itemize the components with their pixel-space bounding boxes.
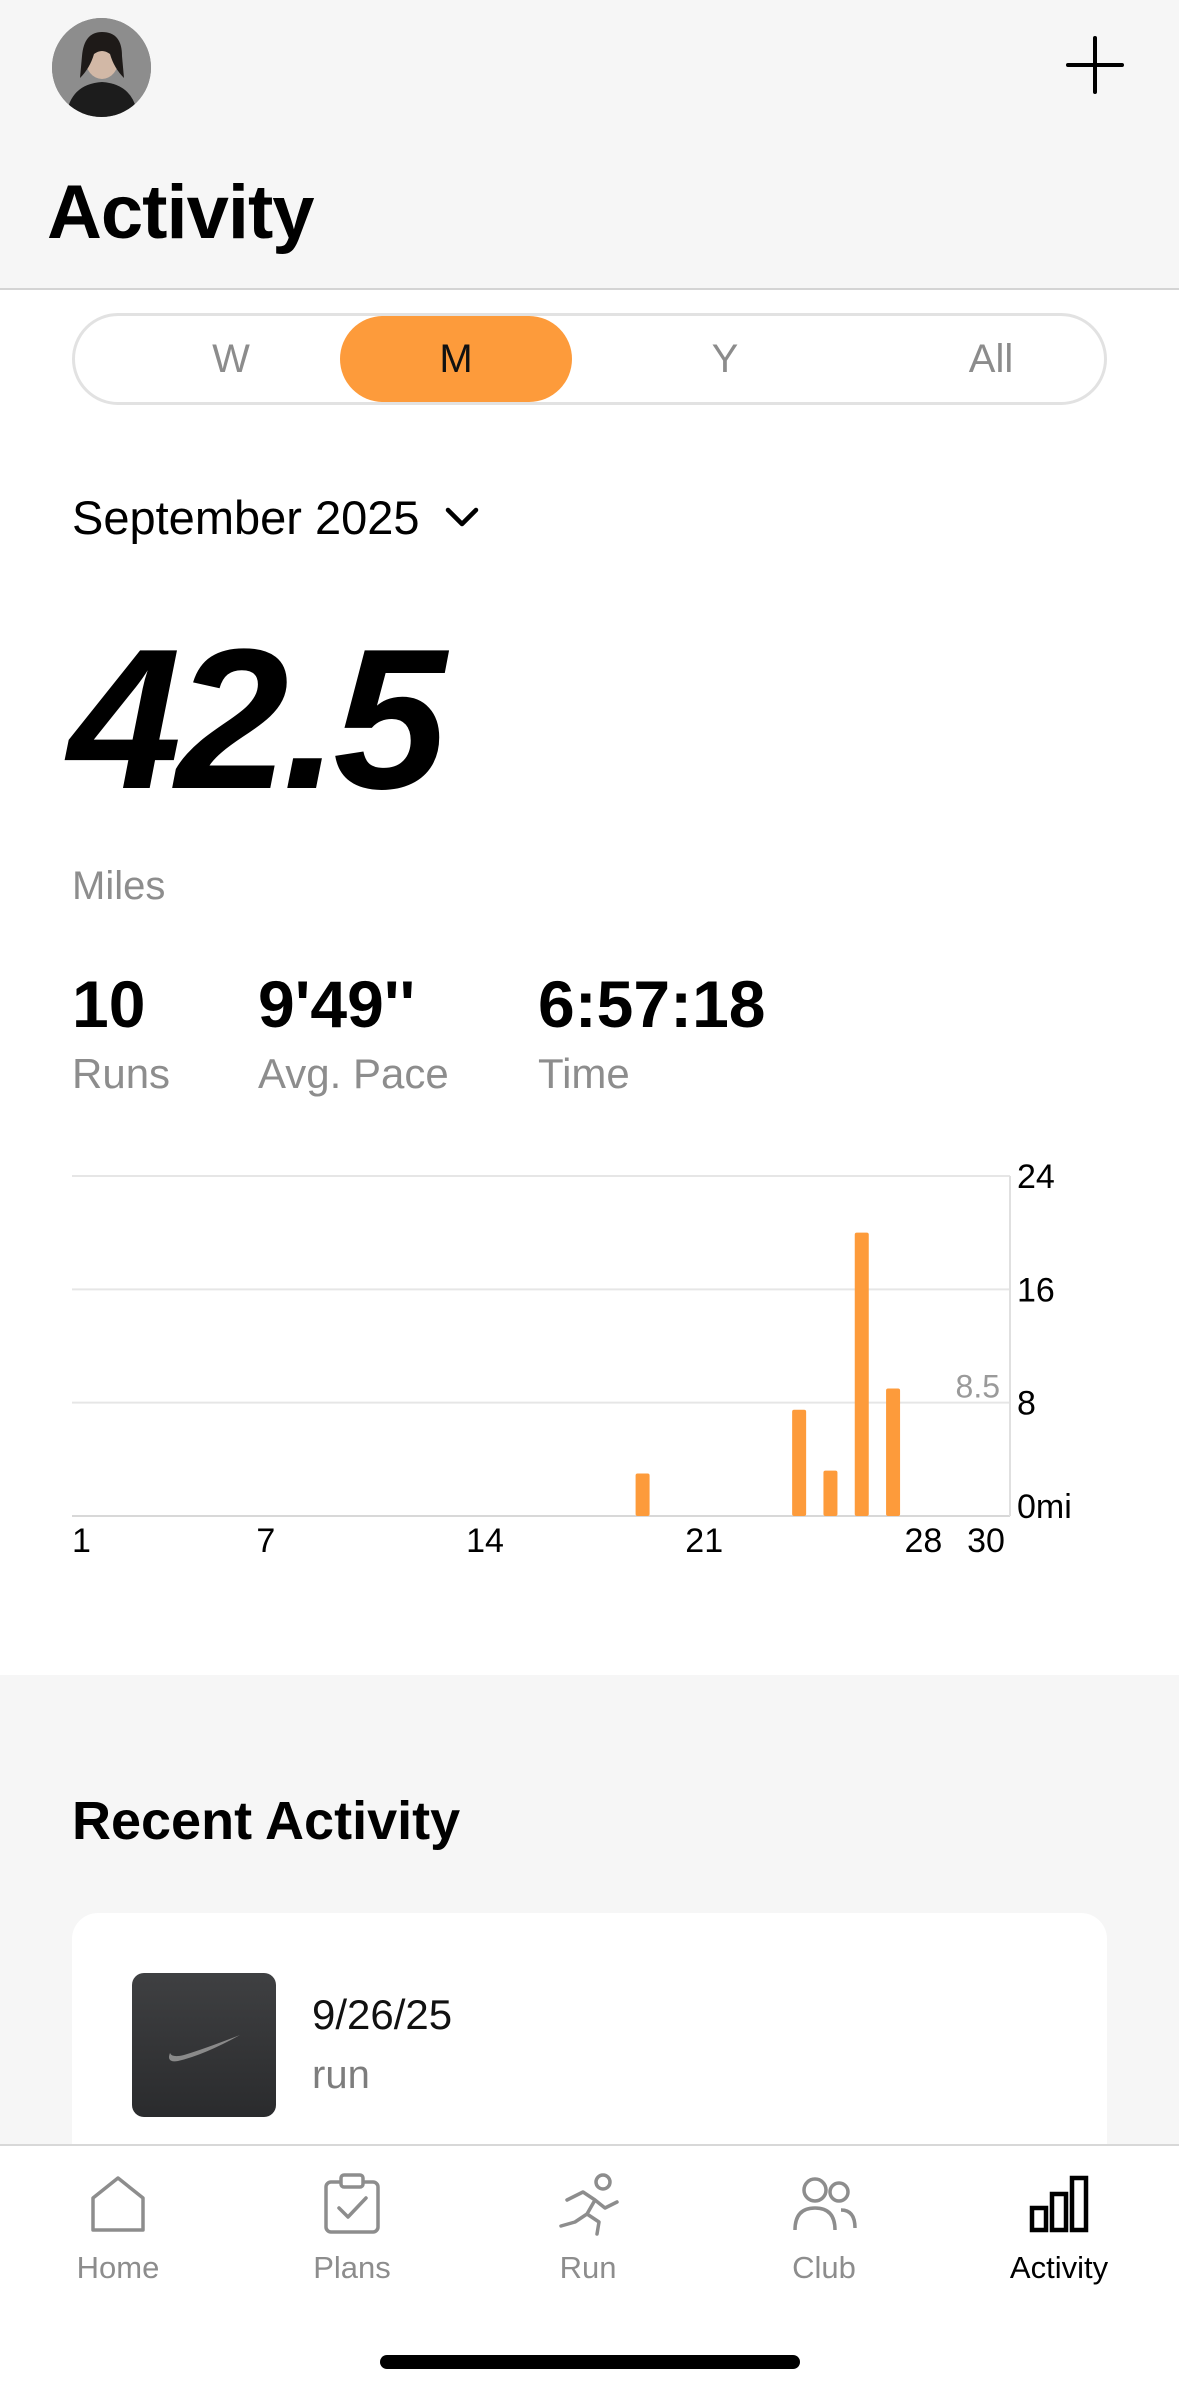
tab-activity[interactable]: Activity — [969, 2170, 1149, 2286]
chart-x-tick-label: 7 — [256, 1522, 275, 1560]
runs-value: 10 — [72, 967, 146, 1041]
home-icon — [91, 2176, 145, 2232]
month-selector[interactable]: September 2025 — [72, 487, 482, 547]
chart-x-tick-label: 14 — [466, 1522, 504, 1560]
avatar-image — [52, 18, 151, 117]
activity-date: 9/26/25 — [312, 1991, 453, 2038]
clipboard-check-icon — [324, 2173, 380, 2234]
chart-x-tick-label: 30 — [967, 1522, 1005, 1560]
chart-bar — [792, 1409, 807, 1516]
add-button[interactable] — [1060, 30, 1130, 100]
chart-y-tick-label: 16 — [1017, 1271, 1055, 1309]
tab-run-label: Run — [559, 2250, 617, 2285]
chart-bar — [854, 1232, 869, 1516]
activity-thumbnail — [132, 1973, 276, 2117]
bar-chart-icon — [1029, 2175, 1089, 2233]
segment-week[interactable]: W — [115, 316, 347, 402]
chart-y-tick-label: 0mi — [1017, 1488, 1072, 1526]
tab-club[interactable]: Club — [734, 2170, 914, 2286]
chart-bar — [635, 1473, 650, 1516]
chevron-down-icon — [445, 507, 478, 527]
pace-value: 9'49'' — [258, 967, 416, 1041]
runner-icon — [559, 2173, 619, 2236]
pace-label: Avg. Pace — [258, 1050, 449, 1097]
tab-home[interactable]: Home — [28, 2170, 208, 2286]
chart-x-tick-label: 1 — [72, 1522, 91, 1560]
tab-activity-label: Activity — [1009, 2250, 1109, 2285]
stat-runs: 10 Runs — [72, 968, 170, 1098]
month-label: September 2025 — [72, 490, 420, 544]
tab-home-label: Home — [76, 2250, 160, 2285]
time-label: Time — [538, 1050, 630, 1097]
tab-plans-label: Plans — [313, 2250, 391, 2285]
segment-month[interactable]: M — [340, 316, 572, 402]
tab-plans[interactable]: Plans — [262, 2170, 442, 2286]
chart-y-tick-label: 8 — [1017, 1385, 1036, 1423]
segment-year[interactable]: Y — [609, 316, 841, 402]
runs-label: Runs — [72, 1050, 171, 1097]
chart-x-tick-label: 21 — [685, 1522, 723, 1560]
activity-type: run — [312, 2053, 370, 2097]
distance-unit: Miles — [72, 864, 166, 908]
avatar[interactable] — [52, 18, 151, 117]
page-title: Activity — [47, 170, 315, 255]
header: Activity — [0, 0, 1179, 290]
chart-average-label: 8.5 — [956, 1369, 1000, 1405]
tab-club-label: Club — [792, 2250, 856, 2285]
people-icon — [793, 2177, 857, 2231]
stat-time: 6:57:18 Time — [538, 968, 766, 1098]
recent-activity-title: Recent Activity — [72, 1791, 461, 1851]
tab-run[interactable]: Run — [498, 2170, 678, 2286]
segment-all[interactable]: All — [875, 316, 1107, 402]
period-segmented-control: W M Y All — [72, 313, 1107, 405]
home-indicator — [380, 2355, 800, 2369]
activity-card[interactable]: 9/26/25 run — [72, 1913, 1107, 2173]
chart-x-tick-label: 28 — [904, 1522, 942, 1560]
monthly-distance-chart[interactable]: 24 16 8 0mi 8.5 1 7 14 21 28 30 — [0, 1150, 1179, 1570]
chart-bar — [823, 1470, 838, 1516]
swoosh-logo-icon — [169, 2035, 240, 2062]
time-value: 6:57:18 — [538, 967, 766, 1041]
stat-pace: 9'49'' Avg. Pace — [258, 968, 449, 1098]
total-distance: 42.5 — [68, 608, 447, 831]
plus-icon — [1066, 36, 1124, 94]
chart-y-tick-label: 24 — [1017, 1158, 1055, 1196]
chart-bar — [886, 1388, 901, 1516]
